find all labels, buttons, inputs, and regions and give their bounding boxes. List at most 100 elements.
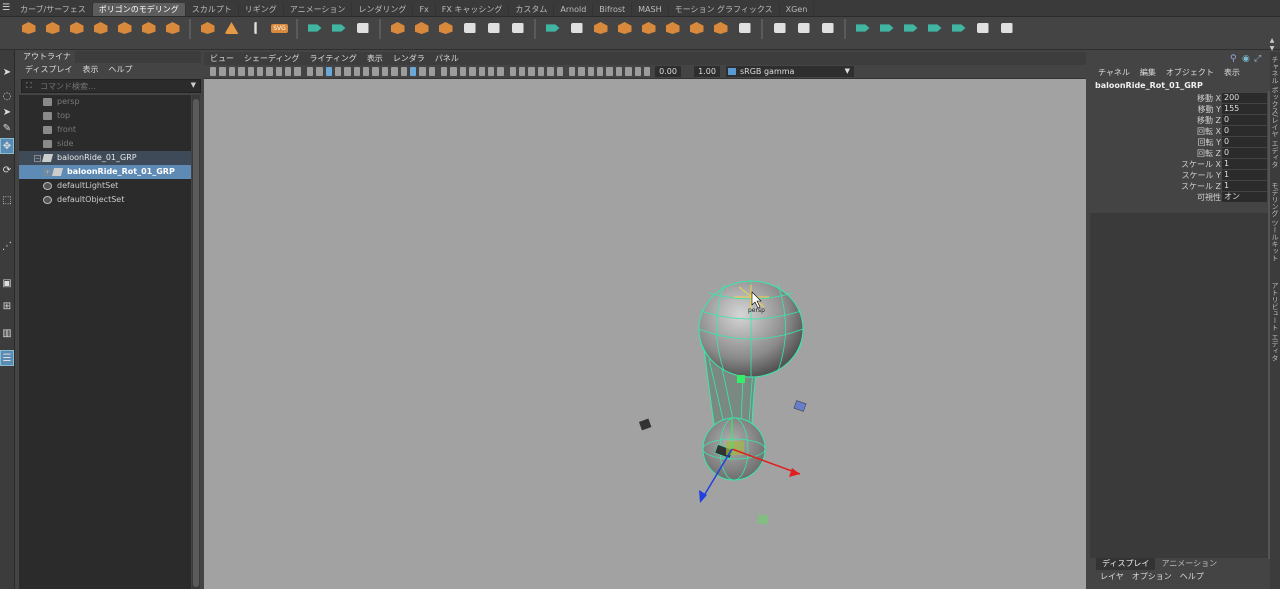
chevron-down-icon[interactable]: ▼ bbox=[191, 81, 196, 89]
channel-label[interactable]: 移動 Z bbox=[1197, 115, 1221, 126]
light-locator[interactable] bbox=[638, 418, 652, 431]
viewport-toolbar-icon[interactable] bbox=[643, 67, 650, 76]
channel-label[interactable]: 回転 X bbox=[1197, 126, 1221, 137]
viewport-menu[interactable]: ライティング bbox=[309, 52, 356, 65]
side-tab[interactable]: アトリビュート エディタ bbox=[1270, 282, 1280, 361]
viewport-toolbar-icon[interactable] bbox=[625, 67, 632, 76]
channel-box-menu[interactable]: 編集 bbox=[1140, 67, 1156, 79]
shelf-tool-icon[interactable] bbox=[245, 19, 266, 37]
select-tool-icon[interactable]: ➤ bbox=[0, 64, 14, 80]
shelf-tab[interactable]: アニメーション bbox=[284, 3, 353, 16]
outliner-item-camera[interactable]: front bbox=[19, 123, 191, 137]
layer-editor-menu[interactable]: レイヤ bbox=[1100, 571, 1124, 583]
last-tool-icon[interactable]: ⋰ bbox=[0, 238, 14, 254]
shelf-tool-icon[interactable] bbox=[924, 19, 945, 37]
shelf-tool-icon[interactable] bbox=[710, 19, 731, 37]
expand-icon[interactable]: ⤢ bbox=[1254, 54, 1261, 64]
outliner-menu[interactable]: ディスプレイ bbox=[25, 63, 72, 77]
channel-label[interactable]: 移動 X bbox=[1197, 93, 1221, 104]
shelf-tool-icon[interactable] bbox=[590, 19, 611, 37]
outliner-item-camera[interactable]: side bbox=[19, 137, 191, 151]
channel-box-menu[interactable]: チャネル bbox=[1098, 67, 1130, 79]
channel-label[interactable]: スケール Z bbox=[1181, 181, 1221, 192]
shelf-tab[interactable]: リギング bbox=[239, 3, 284, 16]
scale-tool-icon[interactable]: ⬚ bbox=[0, 192, 14, 208]
channel-value-field[interactable]: 0 bbox=[1222, 115, 1267, 125]
channel-value-field[interactable]: 1 bbox=[1222, 170, 1267, 180]
shelf-tool-icon[interactable] bbox=[90, 19, 111, 37]
outliner-item-camera[interactable]: persp bbox=[19, 95, 191, 109]
channel-value-field[interactable]: 1 bbox=[1222, 181, 1267, 191]
four-view-layout-icon[interactable]: ⊞ bbox=[0, 298, 14, 314]
outliner-item-group[interactable]: + baloonRide_Rot_01_GRP bbox=[19, 165, 191, 179]
viewport-toolbar-icon[interactable] bbox=[334, 67, 342, 76]
shelf-tool-icon[interactable] bbox=[66, 19, 87, 37]
outliner-search-input[interactable] bbox=[40, 81, 190, 91]
channel-label[interactable]: スケール X bbox=[1181, 159, 1221, 170]
shelf-tool-icon[interactable] bbox=[734, 19, 755, 37]
viewport-toolbar-icon[interactable] bbox=[228, 67, 236, 76]
two-view-layout-icon[interactable]: ▥ bbox=[0, 325, 14, 341]
shelf-tool-icon[interactable] bbox=[387, 19, 408, 37]
select-arrow-icon[interactable]: ➤ bbox=[0, 104, 14, 120]
viewport-toolbar-icon[interactable] bbox=[266, 67, 273, 76]
shelf-tool-icon[interactable] bbox=[900, 19, 921, 37]
viewport-toolbar-icon[interactable] bbox=[568, 67, 576, 76]
collapse-toggle-icon[interactable]: − bbox=[34, 155, 41, 162]
shelf-tool-icon[interactable] bbox=[435, 19, 456, 37]
viewport-toolbar-icon[interactable] bbox=[256, 67, 264, 76]
outliner-item-set[interactable]: defaultLightSet bbox=[19, 179, 191, 193]
outliner-menu[interactable]: 表示 bbox=[82, 63, 98, 77]
shelf-tool-icon[interactable] bbox=[138, 19, 159, 37]
channel-box-menu[interactable]: オブジェクト bbox=[1166, 67, 1214, 79]
lasso-tool-icon[interactable]: ◌ bbox=[0, 88, 14, 104]
shelf-tool-icon[interactable] bbox=[42, 19, 63, 37]
viewport-toolbar-icon[interactable] bbox=[316, 67, 323, 76]
rotate-tool-icon[interactable]: ⟳ bbox=[0, 162, 14, 178]
search-options-icon[interactable]: ⛶ bbox=[26, 81, 32, 91]
channel-value-field[interactable]: 1 bbox=[1222, 159, 1267, 169]
shelf-tool-icon[interactable] bbox=[304, 19, 325, 37]
pin-icon[interactable]: ⚲ bbox=[1230, 54, 1237, 64]
viewport-toolbar-icon[interactable] bbox=[363, 67, 370, 76]
scroll-thumb[interactable] bbox=[193, 99, 199, 587]
viewport-toolbar-icon[interactable] bbox=[381, 67, 389, 76]
side-tab[interactable]: チャネル ボックス/レイヤ エディタ bbox=[1270, 56, 1280, 168]
layer-editor-menu[interactable]: オプション bbox=[1132, 571, 1172, 583]
sync-icon[interactable]: ◉ bbox=[1242, 54, 1250, 64]
shelf-tab[interactable]: ポリゴンのモデリング bbox=[92, 3, 186, 16]
viewport-toolbar-icon[interactable] bbox=[578, 67, 585, 76]
viewport-toolbar-icon[interactable] bbox=[478, 67, 485, 76]
viewport-toolbar-icon[interactable] bbox=[306, 67, 314, 76]
shelf-tab[interactable]: FX キャッシング bbox=[436, 3, 510, 16]
side-tab[interactable]: モデリング ツールキット bbox=[1270, 182, 1280, 261]
channel-value-field[interactable]: 0 bbox=[1222, 148, 1267, 158]
shelf-tab[interactable]: Arnold bbox=[554, 3, 594, 16]
shelf-tool-icon[interactable] bbox=[352, 19, 373, 37]
viewport-toolbar-icon[interactable] bbox=[294, 67, 301, 76]
shelf-tool-icon[interactable] bbox=[18, 19, 39, 37]
viewport-toolbar-icon[interactable] bbox=[285, 67, 292, 76]
shelf-tab[interactable]: レンダリング bbox=[352, 3, 414, 16]
shelf-tool-icon[interactable] bbox=[638, 19, 659, 37]
viewport-toolbar-icon[interactable] bbox=[497, 67, 504, 76]
viewport-toolbar-icon[interactable] bbox=[528, 67, 535, 76]
area-light-locator[interactable] bbox=[793, 400, 807, 412]
viewport-toolbar-icon[interactable] bbox=[556, 67, 563, 76]
viewport-toolbar-icon[interactable] bbox=[409, 67, 417, 76]
layer-editor-tab[interactable]: ディスプレイ bbox=[1096, 558, 1156, 570]
viewport-menu[interactable]: 表示 bbox=[367, 52, 383, 65]
ground-locator[interactable] bbox=[757, 514, 769, 525]
viewport-toolbar-icon[interactable] bbox=[353, 67, 360, 76]
viewport-toolbar-icon[interactable] bbox=[238, 67, 245, 76]
shelf-tool-icon[interactable] bbox=[662, 19, 683, 37]
exposure-field[interactable]: 0.00 bbox=[655, 66, 681, 77]
viewport-toolbar-icon[interactable] bbox=[428, 67, 435, 76]
shelf-tool-icon[interactable] bbox=[221, 19, 242, 37]
viewport-toolbar-icon[interactable] bbox=[509, 67, 516, 76]
viewport-toolbar-icon[interactable] bbox=[275, 67, 282, 76]
channel-label[interactable]: 回転 Z bbox=[1197, 148, 1221, 159]
viewport-toolbar-icon[interactable] bbox=[537, 67, 545, 76]
viewport-toolbar-icon[interactable] bbox=[210, 67, 217, 76]
shelf-tool-icon[interactable] bbox=[614, 19, 635, 37]
